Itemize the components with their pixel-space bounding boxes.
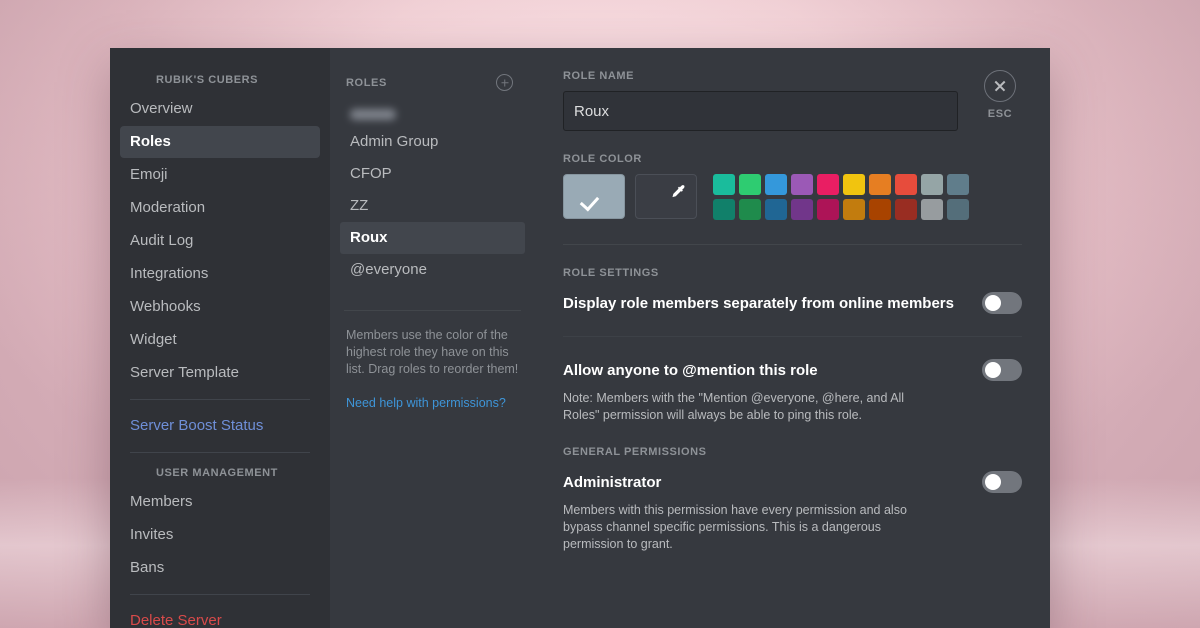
role-color-block: ROLE COLOR	[563, 153, 1022, 220]
color-swatch-19[interactable]	[947, 199, 969, 220]
color-swatch-10[interactable]	[713, 199, 735, 220]
roles-column-header: ROLES	[330, 70, 535, 93]
permission-title: Administrator	[563, 473, 662, 491]
role-setting-sub-divider	[563, 336, 1022, 337]
redacted-role-blur	[350, 109, 396, 120]
sidebar-item-integrations[interactable]: Integrations	[120, 258, 320, 290]
color-swatch-17[interactable]	[895, 199, 917, 220]
role-color-label: ROLE COLOR	[563, 153, 642, 165]
eyedropper-icon	[672, 185, 685, 198]
sidebar-divider-2	[130, 452, 310, 453]
permission-row: Administrator	[563, 467, 1022, 497]
color-swatch-9[interactable]	[947, 174, 969, 195]
role-setting-title: Allow anyone to @mention this role	[563, 361, 818, 379]
permission-toggle[interactable]	[982, 471, 1022, 493]
permission-note: Members with this permission have every …	[563, 503, 907, 551]
role-setting-toggle[interactable]	[982, 359, 1022, 381]
color-swatch-1[interactable]	[739, 174, 761, 195]
general-permissions-block: GENERAL PERMISSIONS Administrator Members…	[563, 446, 1022, 553]
role-setting-toggle[interactable]	[982, 292, 1022, 314]
color-swatch-7[interactable]	[895, 174, 917, 195]
color-palette-grid	[713, 174, 969, 220]
discord-server-settings-window: RUBIK'S CUBERS Overview Roles Emoji Moderat…	[110, 48, 1050, 628]
role-item-redacted[interactable]	[340, 103, 525, 126]
color-swatch-4[interactable]	[817, 174, 839, 195]
section-divider-1	[563, 244, 1022, 245]
settings-sidebar: RUBIK'S CUBERS Overview Roles Emoji Moderat…	[110, 48, 330, 628]
color-selector-row	[563, 174, 1022, 220]
sidebar-item-server-boost-status[interactable]: Server Boost Status	[120, 410, 320, 442]
role-editor-panel: ROLE NAME ROLE COLOR ROLE SETTINGS Displ…	[535, 48, 1050, 628]
role-item-roux[interactable]: Roux	[340, 222, 525, 254]
selected-color-swatch[interactable]	[563, 174, 625, 219]
roles-divider	[344, 310, 521, 311]
roles-column: ROLES Admin Group CFOP ZZ Roux @everyone Mem…	[330, 48, 535, 628]
color-swatch-6[interactable]	[869, 174, 891, 195]
server-name-header: RUBIK'S CUBERS	[156, 74, 258, 86]
color-swatch-3[interactable]	[791, 174, 813, 195]
role-settings-block: ROLE SETTINGS Display role members separ…	[563, 267, 1022, 424]
color-swatch-0[interactable]	[713, 174, 735, 195]
sidebar-nav-list: Overview Roles Emoji Moderation Audit Log Int…	[110, 93, 330, 389]
permissions-list: Administrator Members with this permissio…	[563, 467, 1022, 553]
color-swatch-18[interactable]	[921, 199, 943, 220]
color-swatch-15[interactable]	[843, 199, 865, 220]
color-swatch-2[interactable]	[765, 174, 787, 195]
roles-hint-text: Members use the color of the highest rol…	[346, 328, 519, 376]
sidebar-item-bans[interactable]: Bans	[120, 552, 320, 584]
role-setting-note: Note: Members with the "Mention @everyon…	[563, 391, 905, 422]
toggle-knob	[985, 474, 1001, 490]
role-setting-item: Display role members separately from onl…	[563, 288, 1022, 318]
role-setting-row: Display role members separately from onl…	[563, 288, 1022, 318]
sidebar-item-invites[interactable]: Invites	[120, 519, 320, 551]
color-swatch-13[interactable]	[791, 199, 813, 220]
role-list: Admin Group CFOP ZZ Roux @everyone	[330, 103, 535, 286]
user-management-header: USER MANAGEMENT	[156, 467, 278, 479]
role-item-admin-group[interactable]: Admin Group	[340, 126, 525, 158]
esc-label: ESC	[987, 108, 1013, 120]
sidebar-divider-3	[130, 594, 310, 595]
sidebar-item-moderation[interactable]: Moderation	[120, 192, 320, 224]
permission-item: Administrator Members with this permissio…	[563, 467, 1022, 553]
need-help-with-permissions-link[interactable]: Need help with permissions?	[330, 378, 535, 410]
sidebar-item-audit-log[interactable]: Audit Log	[120, 225, 320, 257]
roles-column-title: ROLES	[346, 76, 387, 89]
toggle-knob	[985, 295, 1001, 311]
role-setting-title: Display role members separately from onl…	[563, 294, 954, 312]
color-swatch-11[interactable]	[739, 199, 761, 220]
color-swatch-12[interactable]	[765, 199, 787, 220]
color-swatch-16[interactable]	[869, 199, 891, 220]
general-permissions-label: GENERAL PERMISSIONS	[563, 446, 707, 458]
color-swatch-5[interactable]	[843, 174, 865, 195]
sidebar-item-server-template[interactable]: Server Template	[120, 357, 320, 389]
sidebar-item-members[interactable]: Members	[120, 486, 320, 518]
sidebar-item-webhooks[interactable]: Webhooks	[120, 291, 320, 323]
custom-color-picker-button[interactable]	[635, 174, 697, 219]
role-setting-row: Allow anyone to @mention this role	[563, 355, 1022, 385]
sidebar-item-delete-server[interactable]: Delete Server	[120, 605, 320, 628]
role-setting-item: Allow anyone to @mention this role Note: …	[563, 355, 1022, 424]
role-name-label: ROLE NAME	[563, 70, 634, 82]
role-item-cfop[interactable]: CFOP	[340, 158, 525, 190]
sidebar-item-overview[interactable]: Overview	[120, 93, 320, 125]
role-name-input[interactable]	[563, 91, 958, 131]
role-settings-label: ROLE SETTINGS	[563, 267, 659, 279]
sidebar-item-roles[interactable]: Roles	[120, 126, 320, 158]
role-item-everyone[interactable]: @everyone	[340, 254, 525, 286]
check-icon	[584, 191, 604, 203]
role-settings-list: Display role members separately from onl…	[563, 288, 1022, 424]
color-swatch-14[interactable]	[817, 199, 839, 220]
plus-circle-icon[interactable]	[496, 74, 513, 91]
color-swatch-8[interactable]	[921, 174, 943, 195]
role-item-zz[interactable]: ZZ	[340, 190, 525, 222]
close-settings-button[interactable]: ESC	[978, 70, 1022, 120]
sidebar-item-widget[interactable]: Widget	[120, 324, 320, 356]
sidebar-item-emoji[interactable]: Emoji	[120, 159, 320, 191]
close-x-icon	[984, 70, 1016, 102]
sidebar-user-list: Members Invites Bans	[110, 486, 330, 584]
sidebar-divider-1	[130, 399, 310, 400]
toggle-knob	[985, 362, 1001, 378]
